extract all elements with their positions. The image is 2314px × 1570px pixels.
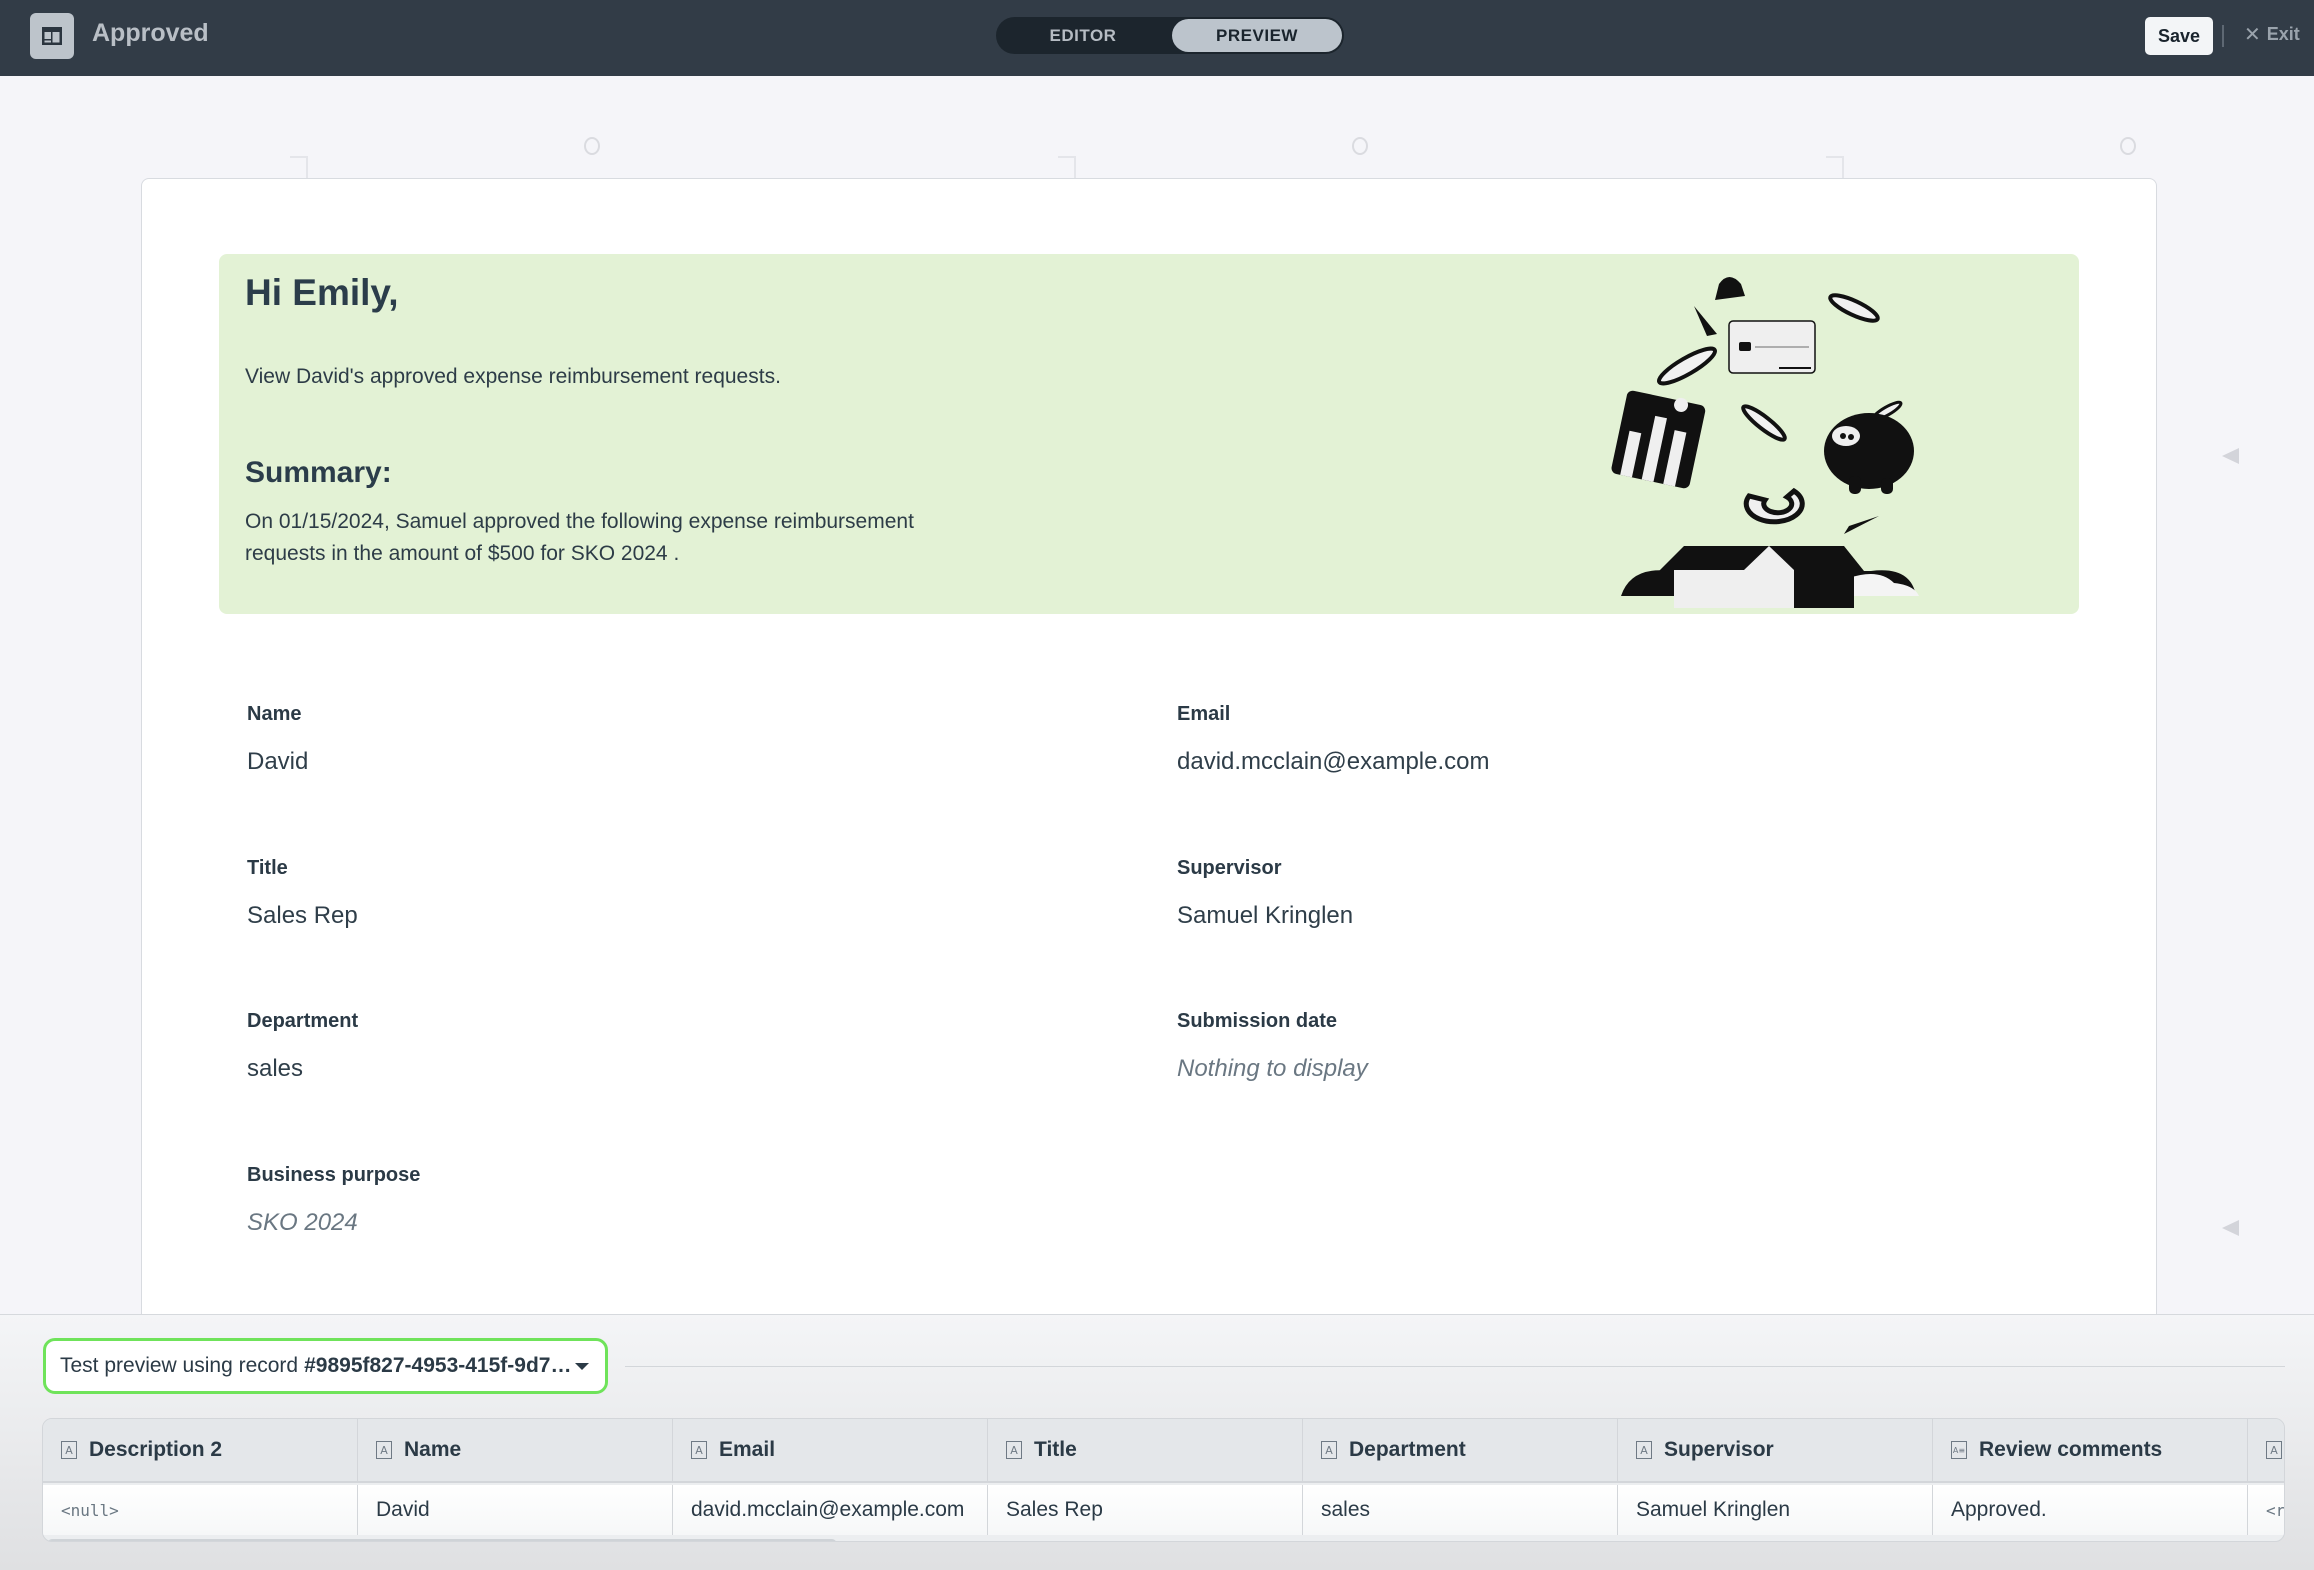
field-label: Business purpose [247,1164,421,1186]
coin-shape [1828,293,1880,323]
bell-icon [1715,277,1745,300]
pie-chart-shape [1743,487,1805,525]
text-type-icon: A [2266,1441,2282,1459]
open-box-shape [1621,546,1919,608]
column-label: Title [1034,1438,1077,1461]
column-header[interactable]: A Description 2 [43,1419,358,1481]
column-label: Name [404,1438,462,1461]
field-title: Title Sales Rep [247,857,358,930]
close-icon: ✕ [2244,24,2261,46]
table-cell: Approved. [1933,1485,2248,1535]
record-table: A Description 2 A Name A Email A Title A Depa… [42,1418,2285,1542]
field-value: Nothing to display [1177,1055,1368,1082]
decoration-icon [290,156,308,178]
save-button[interactable]: Save [2145,17,2213,55]
table-cell: Samuel Kringlen [1618,1485,1933,1535]
long-text-type-icon: A≡ [1951,1441,1967,1459]
column-label: Supervisor [1664,1438,1774,1461]
intro-text: View David's approved expense reimbursem… [245,365,781,388]
decoration-icon [1058,156,1076,178]
tab-preview[interactable]: PREVIEW [1172,19,1342,52]
column-label: Email [719,1438,776,1461]
test-preview-panel: Test preview using record #9895f827-4953… [0,1314,2314,1570]
divider [2222,25,2224,47]
finance-illustration [1611,277,1919,608]
spark-shape [1694,306,1717,336]
mode-toggle: EDITOR PREVIEW [996,17,1344,54]
collapse-arrow-icon[interactable] [2222,1220,2239,1236]
field-label: Title [247,857,288,879]
table-header: A Description 2 A Name A Email A Title A Depa… [43,1419,2284,1483]
field-value: Sales Rep [247,902,358,929]
text-type-icon: A [1636,1441,1652,1459]
field-business-purpose: Business purpose SKO 2024 [247,1164,420,1237]
coin-shape [1741,404,1787,442]
tab-editor[interactable]: EDITOR [998,19,1168,52]
greeting-heading: Hi Emily, [245,272,399,313]
record-select-value: #9895f827-4953-415f-9d7… [304,1354,572,1377]
field-label: Name [247,703,302,725]
column-header[interactable]: A [2248,1419,2284,1481]
spark-shape [1844,516,1879,534]
record-select[interactable]: Test preview using record #9895f827-4953… [43,1338,608,1394]
decoration-icon [1352,137,1368,155]
column-header[interactable]: A Email [673,1419,988,1481]
divider [625,1366,2285,1367]
chevron-down-icon [575,1363,589,1370]
chart-tablet-shape [1611,390,1706,489]
field-name: Name David [247,703,308,776]
table-cell: david.mcclain@example.com [673,1485,988,1535]
form-card: Hi Emily, View David's approved expense … [141,178,2157,1314]
field-supervisor: Supervisor Samuel Kringlen [1177,857,1353,930]
decoration-icon [584,137,600,155]
field-submission-date: Submission date Nothing to display [1177,1010,1368,1083]
decoration-icon [1826,156,1844,178]
field-value: Samuel Kringlen [1177,902,1354,929]
top-bar: Approved EDITOR PREVIEW Save ✕ Exit [0,0,2314,76]
summary-heading: Summary: [245,456,392,489]
column-header[interactable]: A Name [358,1419,673,1481]
text-type-icon: A [1321,1441,1337,1459]
field-value: David [247,748,309,775]
field-value: david.mcclain@example.com [1177,748,1490,775]
table-cell: Sales Rep [988,1485,1303,1535]
piggy-bank-shape [1824,413,1914,494]
table-row[interactable]: <null> David david.mcclain@example.com S… [43,1485,2285,1535]
field-label: Submission date [1177,1010,1338,1032]
column-label: Review comments [1979,1438,2163,1461]
layout-icon[interactable] [30,13,74,59]
column-label: Description 2 [89,1438,223,1461]
preview-canvas: Hi Emily, View David's approved expense … [0,76,2314,1314]
column-header[interactable]: A Supervisor [1618,1419,1933,1481]
text-type-icon: A [376,1441,392,1459]
collapse-arrow-icon[interactable] [2222,448,2239,464]
horizontal-scrollbar[interactable] [47,1539,837,1541]
record-select-prefix: Test preview using record [60,1354,299,1377]
column-label: Department [1349,1438,1466,1461]
column-header[interactable]: A Department [1303,1419,1618,1481]
column-header[interactable]: A Title [988,1419,1303,1481]
page-title: Approved [92,19,209,47]
field-label: Department [247,1010,359,1032]
table-cell: sales [1303,1485,1618,1535]
table-cell: <null> [43,1485,358,1535]
text-type-icon: A [691,1441,707,1459]
text-type-icon: A [61,1441,77,1459]
summary-text: On 01/15/2024, Samuel approved the follo… [245,510,914,565]
field-value: SKO 2024 [247,1209,358,1236]
exit-label: Exit [2266,24,2300,44]
column-header[interactable]: A≡ Review comments [1933,1419,2248,1481]
decoration-icon [2120,137,2136,155]
field-value: sales [247,1055,304,1082]
field-email: Email david.mcclain@example.com [1177,703,1489,776]
field-label: Supervisor [1177,857,1282,879]
table-cell: <r [2266,1500,2285,1520]
text-type-icon: A [1006,1441,1022,1459]
summary-banner: Hi Emily, View David's approved expense … [219,254,2079,614]
field-department: Department sales [247,1010,358,1083]
coin-shape [1657,346,1717,386]
table-cell: David [358,1485,673,1535]
exit-button[interactable]: ✕ Exit [2244,22,2300,47]
field-label: Email [1177,703,1231,725]
